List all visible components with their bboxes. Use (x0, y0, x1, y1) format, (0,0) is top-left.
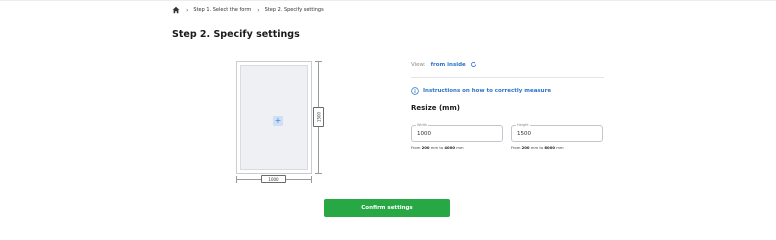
confirm-settings-button[interactable]: Confirm settings (324, 199, 450, 217)
rotate-icon[interactable] (470, 61, 477, 68)
width-field-label: Width (416, 123, 429, 127)
section-divider (411, 77, 604, 78)
plus-icon[interactable]: + (273, 116, 283, 126)
width-dimension-tick (311, 176, 312, 183)
width-dimension-tick (236, 176, 237, 183)
window-drawing: + 1500 1000 (230, 56, 330, 186)
width-input[interactable] (417, 130, 497, 138)
resize-title: Resize (mm) (411, 104, 460, 112)
height-dimension-tick (315, 173, 322, 174)
home-icon[interactable] (172, 6, 180, 14)
width-field[interactable]: Width (411, 123, 503, 142)
height-input[interactable] (517, 130, 597, 138)
height-dimension-label: 1500 (313, 107, 324, 127)
instructions-link[interactable]: Instructions on how to correctly measure (411, 87, 551, 95)
page-title: Step 2. Specify settings (172, 29, 300, 40)
view-value[interactable]: from inside (431, 62, 466, 68)
window-pane: + (240, 65, 308, 170)
breadcrumb-step2: Step 2. Specify settings (264, 7, 324, 13)
height-dimension-tick (315, 61, 322, 62)
height-dimension-value: 1500 (316, 111, 321, 123)
height-hint: From 200 mm to 6000 mm (511, 145, 564, 150)
breadcrumb-separator: › (257, 6, 260, 14)
breadcrumb-step1[interactable]: Step 1. Select the form (193, 7, 251, 13)
height-field[interactable]: Height (511, 123, 603, 142)
instructions-text: Instructions on how to correctly measure (423, 88, 552, 94)
breadcrumb: › Step 1. Select the form › Step 2. Spec… (172, 5, 324, 15)
breadcrumb-separator: › (186, 6, 189, 14)
view-row: View: from inside (411, 61, 477, 68)
width-hint: From 200 mm to 4000 mm (411, 145, 464, 150)
window-frame: + (236, 61, 312, 174)
height-field-label: Height (516, 123, 530, 127)
width-dimension-label: 1000 (261, 175, 286, 183)
info-icon (411, 87, 419, 95)
top-divider (0, 0, 776, 1)
view-label: View: (411, 61, 426, 68)
